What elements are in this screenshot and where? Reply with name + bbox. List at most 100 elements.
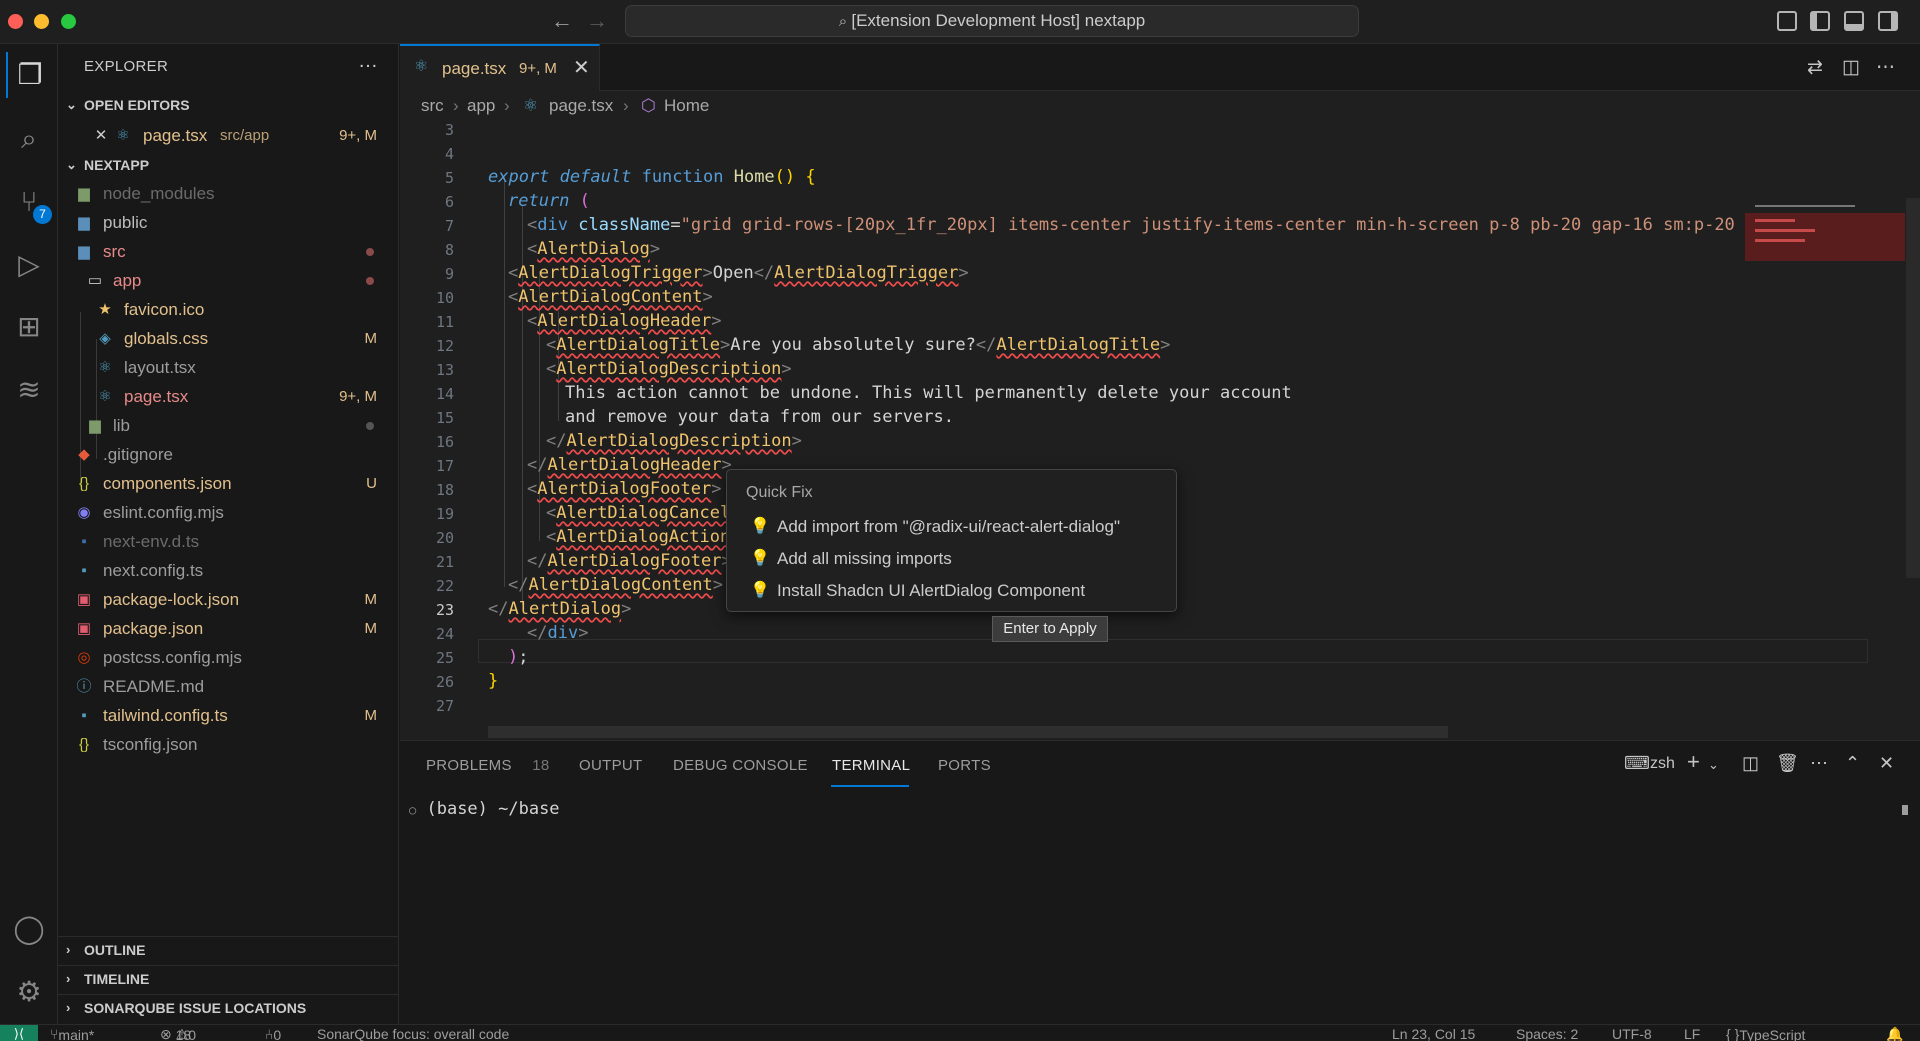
remote-indicator-icon[interactable]: ⟩⟨ bbox=[0, 1025, 38, 1041]
tree-item-favicon[interactable]: ★ favicon.ico bbox=[58, 295, 399, 324]
code-editor[interactable]: 3 4 5 6 7 8 9 10 11 12 13 14 15 16 17 18… bbox=[400, 121, 1920, 740]
run-debug-icon[interactable]: ▷ bbox=[6, 242, 52, 288]
tree-item-lib[interactable]: ▆ lib bbox=[58, 411, 399, 440]
tree-item-src[interactable]: ▆ src bbox=[58, 237, 399, 266]
compare-changes-icon[interactable]: ⇄ bbox=[1807, 56, 1823, 79]
more-actions-icon[interactable]: … bbox=[358, 50, 378, 73]
toggle-primary-sidebar-icon[interactable] bbox=[1810, 11, 1830, 31]
editor-tab-page-tsx[interactable]: ⚛ page.tsx 9+, M ✕ bbox=[400, 44, 600, 91]
sonarqube-header[interactable]: › SONARQUBE ISSUE LOCATIONS bbox=[58, 994, 399, 1020]
settings-gear-icon[interactable]: ⚙ bbox=[6, 969, 52, 1015]
vertical-scrollbar[interactable] bbox=[1906, 198, 1920, 578]
sonarqube-icon[interactable]: ≋ bbox=[6, 367, 52, 413]
trash-icon[interactable]: 🗑 bbox=[1776, 753, 1799, 774]
tree-item-layout[interactable]: ⚛ layout.tsx bbox=[58, 353, 399, 382]
cursor-position[interactable]: Ln 23, Col 15 bbox=[1392, 1026, 1475, 1041]
tree-item-gitignore[interactable]: ◆ .gitignore bbox=[58, 440, 399, 469]
language-mode[interactable]: { } TypeScript JSX bbox=[1726, 1026, 1805, 1041]
sonarqube-focus[interactable]: SonarQube focus: overall code bbox=[317, 1026, 509, 1041]
line-number: 18 bbox=[435, 481, 454, 499]
symbol-method-icon: ⬡ bbox=[641, 96, 656, 115]
minimap[interactable] bbox=[1745, 201, 1905, 261]
tab-terminal[interactable]: TERMINAL bbox=[832, 757, 910, 774]
customize-layout-icon[interactable] bbox=[1777, 11, 1797, 31]
tag-name: AlertDialogDescription bbox=[556, 359, 782, 379]
split-editor-icon[interactable]: ◫ bbox=[1842, 56, 1860, 79]
quick-fix-install-shadcn[interactable]: 💡 Install Shadcn UI AlertDialog Componen… bbox=[727, 576, 1176, 606]
horizontal-scrollbar[interactable] bbox=[488, 726, 1448, 738]
end-of-line[interactable]: LF bbox=[1684, 1026, 1700, 1041]
git-decoration: M bbox=[364, 591, 378, 608]
notifications-bell-icon[interactable]: 🔔 bbox=[1886, 1026, 1903, 1041]
tree-item-postcss[interactable]: ◎ postcss.config.mjs bbox=[58, 643, 399, 672]
postcss-icon: ◎ bbox=[77, 649, 91, 666]
more-actions-icon[interactable]: ⋯ bbox=[1810, 753, 1828, 774]
minimize-window-button[interactable] bbox=[34, 14, 49, 29]
split-terminal-icon[interactable]: ◫ bbox=[1742, 753, 1759, 774]
tab-problems[interactable]: PROBLEMS 18 bbox=[426, 757, 550, 774]
command-center-search[interactable]: ⌕ [Extension Development Host] nextapp bbox=[625, 5, 1359, 37]
tree-item-readme[interactable]: ⓘ README.md bbox=[58, 672, 399, 701]
breadcrumb-file[interactable]: page.tsx bbox=[549, 91, 613, 121]
go-forward-icon[interactable]: → bbox=[586, 8, 608, 34]
npm-icon: ▣ bbox=[76, 620, 92, 637]
open-editor-item[interactable]: ✕ ⚛ page.tsx src/app 9+, M bbox=[58, 121, 399, 150]
breadcrumb-app[interactable]: app bbox=[467, 91, 495, 121]
more-actions-icon[interactable]: ⋯ bbox=[1876, 56, 1895, 79]
tab-ports[interactable]: PORTS bbox=[938, 757, 991, 774]
maximize-panel-icon[interactable]: ⌃ bbox=[1845, 753, 1860, 774]
tree-item-next-env[interactable]: ▪ next-env.d.ts bbox=[58, 527, 399, 556]
explorer-files-icon[interactable]: ❐ bbox=[6, 52, 52, 98]
extensions-icon[interactable]: ⊞ bbox=[6, 304, 52, 350]
terminal-scrollbar[interactable] bbox=[1902, 805, 1908, 815]
source-control-icon[interactable]: ⑂ 7 bbox=[6, 179, 52, 225]
chevron-down-icon[interactable]: ⌄ bbox=[1708, 757, 1719, 773]
tag-name: AlertDialogFooter bbox=[537, 479, 712, 499]
tree-item-public[interactable]: ▆ public bbox=[58, 208, 399, 237]
project-header[interactable]: ⌄ NEXTAPP bbox=[58, 152, 399, 178]
close-panel-icon[interactable]: ✕ bbox=[1879, 753, 1894, 774]
breadcrumb-symbol[interactable]: Home bbox=[664, 91, 709, 121]
indentation[interactable]: Spaces: 2 bbox=[1516, 1026, 1578, 1041]
new-terminal-icon[interactable]: + bbox=[1687, 749, 1700, 775]
toggle-secondary-sidebar-icon[interactable] bbox=[1878, 11, 1898, 31]
tree-item-node-modules[interactable]: ▆ node_modules bbox=[58, 179, 399, 208]
problems-indicator[interactable]: ⊗ 18 ⚠ 0 bbox=[160, 1026, 196, 1041]
search-icon[interactable]: ⌕ bbox=[6, 116, 52, 162]
encoding[interactable]: UTF-8 bbox=[1612, 1026, 1652, 1041]
tab-output[interactable]: OUTPUT bbox=[579, 757, 642, 774]
account-icon[interactable]: ◯ bbox=[6, 906, 52, 952]
tree-item-components-json[interactable]: {} components.json U bbox=[58, 469, 399, 498]
open-editors-header[interactable]: ⌄ OPEN EDITORS bbox=[58, 92, 399, 118]
tree-item-eslint[interactable]: ◉ eslint.config.mjs bbox=[58, 498, 399, 527]
tree-item-next-config[interactable]: ▪ next.config.ts bbox=[58, 556, 399, 585]
line-number: 17 bbox=[435, 457, 454, 475]
go-back-icon[interactable]: ← bbox=[551, 8, 573, 34]
tree-item-tailwind[interactable]: ▪ tailwind.config.ts M bbox=[58, 701, 399, 730]
tree-item-package-json[interactable]: ▣ package.json M bbox=[58, 614, 399, 643]
close-window-button[interactable] bbox=[8, 14, 23, 29]
tree-item-globals-css[interactable]: ◈ globals.css M bbox=[58, 324, 399, 353]
tree-item-page-tsx[interactable]: ⚛ page.tsx 9+, M bbox=[58, 382, 399, 411]
maximize-window-button[interactable] bbox=[61, 14, 76, 29]
close-tab-icon[interactable]: ✕ bbox=[573, 55, 590, 80]
tree-item-tsconfig[interactable]: {} tsconfig.json bbox=[58, 730, 399, 759]
close-icon[interactable]: ✕ bbox=[92, 121, 110, 150]
toggle-panel-icon[interactable] bbox=[1844, 11, 1864, 31]
tree-item-package-lock[interactable]: ▣ package-lock.json M bbox=[58, 585, 399, 614]
tree-item-label: src bbox=[103, 242, 126, 261]
tab-debug-console[interactable]: DEBUG CONSOLE bbox=[673, 757, 808, 774]
breadcrumb-src[interactable]: src bbox=[421, 91, 444, 121]
timeline-header[interactable]: › TIMELINE bbox=[58, 965, 399, 991]
folder-icon: ▆ bbox=[89, 417, 101, 434]
window-title: [Extension Development Host] nextapp bbox=[851, 11, 1146, 30]
ports-indicator[interactable]: ⑃ 0 bbox=[265, 1026, 281, 1041]
tree-item-app[interactable]: ▭ app bbox=[58, 266, 399, 295]
outline-header[interactable]: › OUTLINE bbox=[58, 936, 399, 962]
quick-fix-add-import[interactable]: 💡 Add import from "@radix-ui/react-alert… bbox=[727, 512, 1176, 542]
quick-fix-add-all-imports[interactable]: 💡 Add all missing imports bbox=[727, 544, 1176, 574]
branch-indicator[interactable]: ⑂ main* bbox=[50, 1026, 94, 1041]
tag-name: AlertDialogTrigger bbox=[774, 263, 959, 283]
terminal-output[interactable]: ○ (base) ~/base bbox=[409, 799, 560, 819]
terminal-shell-name[interactable]: zsh bbox=[1650, 755, 1675, 773]
